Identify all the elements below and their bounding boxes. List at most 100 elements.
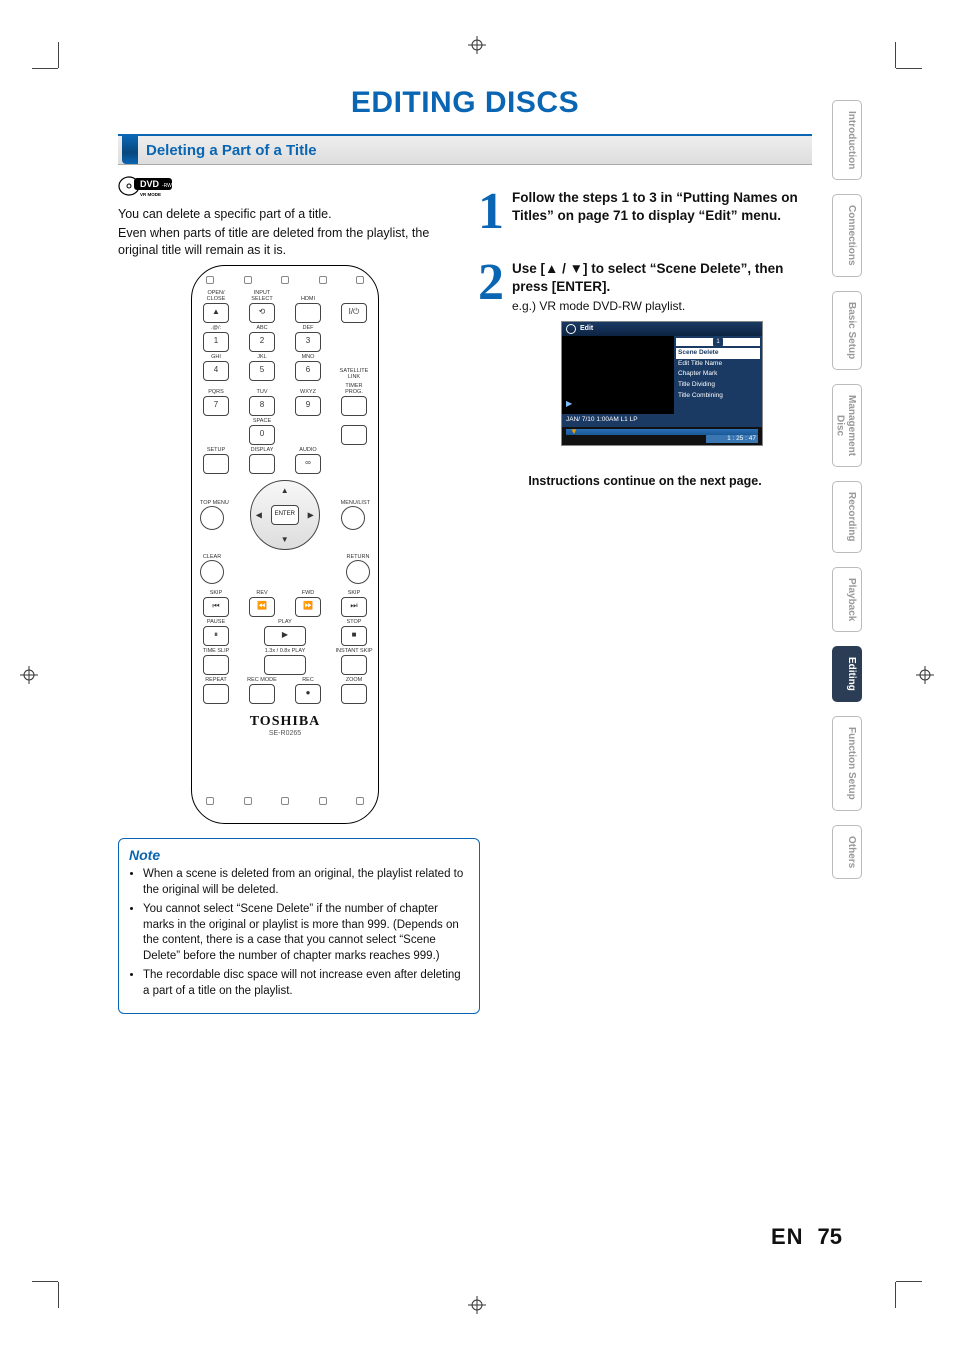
side-tabs: Introduction Connections Basic Setup Man… xyxy=(832,100,862,879)
remote-label: SKIP xyxy=(210,590,223,596)
repeat-button xyxy=(203,684,229,704)
remote-label: TUV xyxy=(257,389,268,395)
remote-label: INSTANT SKIP xyxy=(335,648,372,654)
remote-label: HDMI xyxy=(301,296,315,302)
osd-selected-index: 1 xyxy=(713,338,722,346)
tab-label: Disc xyxy=(834,395,846,456)
tab-function-setup[interactable]: Function Setup xyxy=(832,716,862,811)
page: EDITING DISCS Deleting a Part of a Title… xyxy=(0,0,954,1350)
remote-label: SKIP xyxy=(348,590,361,596)
play-icon: ▶ xyxy=(264,626,306,646)
intro-text: You can delete a specific part of a titl… xyxy=(118,206,452,259)
osd-menu-item-selected: Scene Delete xyxy=(676,348,760,359)
note-item: The recordable disc space will not incre… xyxy=(143,968,469,999)
top-menu-button xyxy=(200,506,224,530)
remote-label: REC xyxy=(302,677,314,683)
section-title: Deleting a Part of a Title xyxy=(146,142,317,159)
timer-prog-button xyxy=(341,396,367,416)
footer-page-number: 75 xyxy=(818,1224,842,1250)
osd-menu-item: Title Dividing xyxy=(676,380,760,391)
remote-label: CLEAR xyxy=(200,554,224,560)
osd-screenshot: Edit ▶ 1 Scene Delete Edit Title Name xyxy=(561,321,763,447)
tab-editing[interactable]: Editing xyxy=(832,646,862,702)
note-item: When a scene is deleted from an original… xyxy=(143,867,469,898)
up-arrow-icon: ▲ xyxy=(545,260,558,278)
keypad-8: 8 xyxy=(249,396,275,416)
tab-introduction[interactable]: Introduction xyxy=(832,100,862,180)
time-slip-button xyxy=(203,655,229,675)
note-item: You cannot select “Scene Delete” if the … xyxy=(143,902,469,964)
osd-status-text: JAN/ 7/10 1:00AM L1 LP xyxy=(566,416,638,425)
keypad-3: 3 xyxy=(295,332,321,352)
remote-label: DEF xyxy=(303,325,314,331)
down-arrow-icon: ▼ xyxy=(281,535,289,544)
skip-prev-icon: ⏮ xyxy=(203,597,229,617)
step-2-text-a: Use [ xyxy=(512,261,545,276)
up-arrow-icon: ▲ xyxy=(281,486,289,495)
tab-others[interactable]: Others xyxy=(832,825,862,879)
svg-text:-RW: -RW xyxy=(162,183,172,189)
page-title: EDITING DISCS xyxy=(118,86,812,120)
down-arrow-icon: ▼ xyxy=(570,260,583,278)
crop-mark-icon xyxy=(58,68,98,108)
remote-label: SATELLITE LINK xyxy=(340,368,369,380)
right-arrow-icon: ▶ xyxy=(308,511,314,520)
remote-label: INPUT SELECT xyxy=(251,290,272,302)
step-2-example: e.g.) VR mode DVD-RW playlist. xyxy=(512,299,685,313)
tab-playback[interactable]: Playback xyxy=(832,567,862,632)
crop-mark-icon xyxy=(856,1242,896,1282)
registration-mark-icon xyxy=(468,36,486,54)
remote-label: REC MODE xyxy=(247,677,277,683)
osd-progress-bar: ▼ xyxy=(566,429,758,435)
right-column: 1 Follow the steps 1 to 3 in “Putting Na… xyxy=(478,171,812,1014)
tab-basic-setup[interactable]: Basic Setup xyxy=(832,291,862,370)
keypad-2: 2 xyxy=(249,332,275,352)
enter-button: ENTER xyxy=(271,505,299,525)
zoom-button xyxy=(341,684,367,704)
step-2: 2 Use [▲ / ▼] to select “Scene Delete”, … xyxy=(478,260,812,447)
crop-mark-icon xyxy=(856,68,896,108)
display-button xyxy=(249,454,275,474)
remote-label: REV xyxy=(256,590,267,596)
registration-mark-icon xyxy=(20,666,38,684)
tab-label: Management xyxy=(846,395,858,456)
registration-mark-icon xyxy=(916,666,934,684)
remote-label: REPEAT xyxy=(205,677,227,683)
step-number: 1 xyxy=(478,189,504,236)
remote-label: AUDIO xyxy=(299,447,316,453)
left-column: DVD -RW VR MODE You can delete a specifi… xyxy=(118,171,452,1014)
remote-label: .@/: xyxy=(211,325,221,331)
osd-menu-item: Chapter Mark xyxy=(676,369,760,380)
keypad-5: 5 xyxy=(249,361,275,381)
pause-icon: ⏸ xyxy=(203,626,229,646)
remote-label: TOP MENU xyxy=(200,500,229,506)
step-1-text: Follow the steps 1 to 3 in “Putting Name… xyxy=(512,190,798,223)
remote-control-illustration: OPEN/ CLOSE▲ INPUT SELECT⟲ HDMI I/⏻ .@/:… xyxy=(191,265,379,825)
osd-menu-item: Edit Title Name xyxy=(676,359,760,370)
continue-note: Instructions continue on the next page. xyxy=(478,474,812,488)
remote-label: MNO xyxy=(302,354,315,360)
tab-recording[interactable]: Recording xyxy=(832,481,862,552)
step-1: 1 Follow the steps 1 to 3 in “Putting Na… xyxy=(478,189,812,236)
note-box: Note When a scene is deleted from an ori… xyxy=(118,838,480,1014)
remote-label: TIME SLIP xyxy=(203,648,230,654)
remote-label: RETURN xyxy=(346,554,370,560)
return-button xyxy=(346,560,370,584)
play-indicator-icon: ▶ xyxy=(566,399,572,410)
remote-label: TIMER PROG. xyxy=(345,383,363,395)
remote-label: SETUP xyxy=(207,447,225,453)
keypad-4: 4 xyxy=(203,361,229,381)
remote-label: JKL xyxy=(257,354,266,360)
progress-marker-icon: ▼ xyxy=(570,427,578,438)
remote-label: WXYZ xyxy=(300,389,316,395)
remote-label: PLAY xyxy=(278,619,292,625)
tab-disc-management[interactable]: Management Disc xyxy=(832,384,862,467)
rec-mode-button xyxy=(249,684,275,704)
record-icon: ● xyxy=(295,684,321,704)
remote-label: PQRS xyxy=(208,389,224,395)
step-number: 2 xyxy=(478,260,504,447)
tab-connections[interactable]: Connections xyxy=(832,194,862,277)
svg-text:VR MODE: VR MODE xyxy=(140,192,161,197)
intro-line: You can delete a specific part of a titl… xyxy=(118,206,452,223)
keypad-6: 6 xyxy=(295,361,321,381)
